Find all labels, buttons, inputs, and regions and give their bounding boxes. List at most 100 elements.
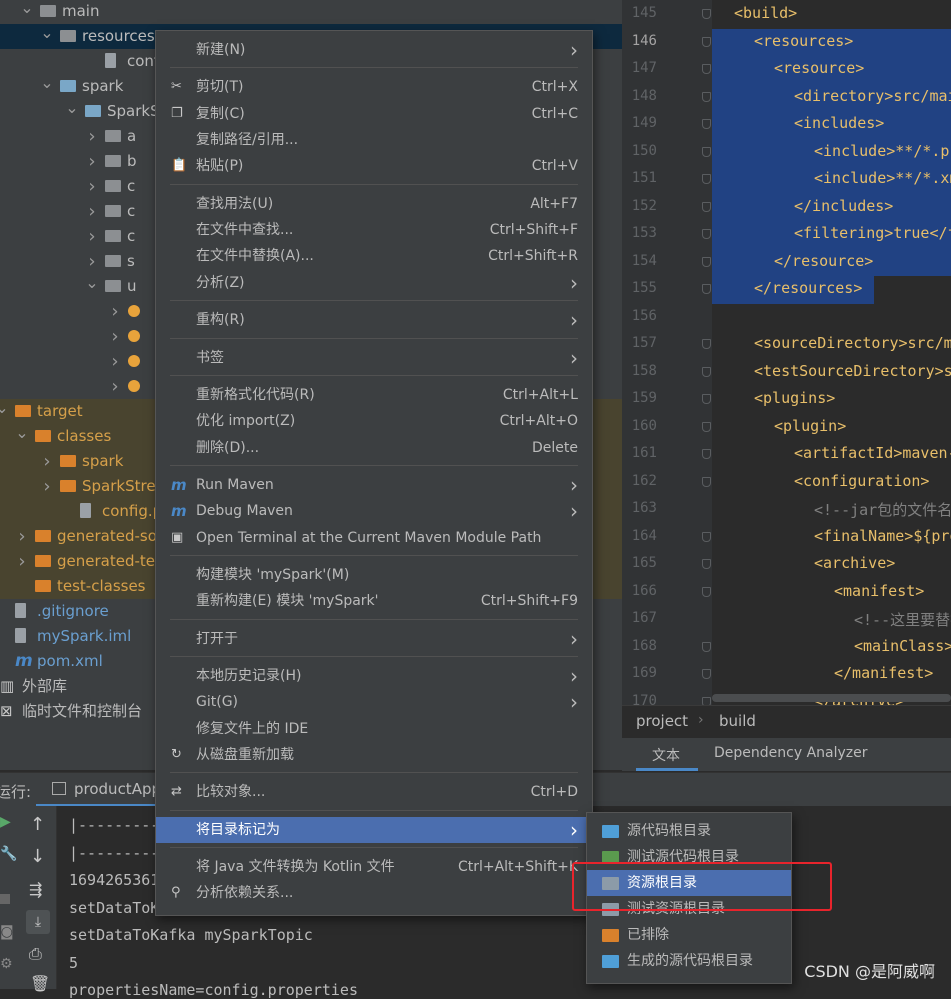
chevron-right-icon[interactable]: › (108, 374, 122, 399)
code-editor[interactable]: 145 146 147 148 149 150 151 152 153 154 155 156 157 1… (622, 0, 951, 705)
submenu-item[interactable]: 生成的源代码根目录 (587, 948, 791, 974)
folder-icon (35, 580, 51, 592)
fold-marker-icon[interactable] (702, 669, 711, 679)
run-tab[interactable]: productApp (36, 773, 161, 807)
menu-item[interactable]: ↻ 从磁盘重新加载 (156, 742, 592, 768)
menu-item[interactable]: 复制路径/引用... (156, 127, 592, 153)
chevron-right-icon[interactable]: › (85, 124, 99, 149)
chevron-right-icon[interactable]: › (40, 474, 54, 499)
menu-item[interactable]: 📋 粘贴(P) Ctrl+V (156, 153, 592, 179)
folder-icon (602, 825, 619, 838)
breadcrumb-build[interactable]: build (719, 712, 756, 730)
menu-item[interactable]: ✂ 剪切(T) Ctrl+X (156, 74, 592, 100)
submenu-item[interactable]: 源代码根目录 (587, 818, 791, 844)
menu-item[interactable]: ▣ Open Terminal at the Current Maven Modu… (156, 525, 592, 551)
tab-dependency-analyzer[interactable]: Dependency Analyzer (714, 745, 868, 761)
fold-marker-icon[interactable] (702, 531, 711, 542)
menu-item[interactable]: 修复文件上的 IDE (156, 716, 592, 742)
menu-item[interactable]: 在文件中替换(A)... Ctrl+Shift+R (156, 243, 592, 269)
scroll-to-end-icon[interactable]: ⤓ (26, 910, 50, 934)
menu-item[interactable]: 构建模块 'mySpark'(M) (156, 562, 592, 588)
chevron-down-icon[interactable]: ⌄ (20, 0, 34, 20)
scroll-down-icon[interactable]: ↓ (30, 846, 45, 867)
fold-marker-icon[interactable] (702, 9, 711, 19)
menu-item[interactable]: 重新构建(E) 模块 'mySpark' Ctrl+Shift+F9 (156, 588, 592, 614)
chevron-down-icon[interactable]: ⌄ (85, 270, 99, 295)
chevron-right-icon[interactable]: › (85, 149, 99, 174)
fold-marker-icon[interactable] (702, 284, 711, 294)
fold-marker-icon[interactable] (702, 476, 711, 487)
stop-icon[interactable] (0, 894, 10, 904)
run-toolbar-left: ▶ 🔧 ◙ ⚙ (0, 806, 22, 989)
menu-item[interactable]: ❐ 复制(C) Ctrl+C (156, 101, 592, 127)
chevron-right-icon[interactable]: › (85, 174, 99, 199)
menu-item[interactable]: Git(G) › (156, 689, 592, 715)
menu-item[interactable]: 将目录标记为 › (156, 816, 592, 843)
tree-item[interactable]: ⌄ main (0, 0, 622, 24)
chevron-right-icon[interactable]: › (15, 524, 29, 549)
menu-item[interactable]: 将 Java 文件转换为 Kotlin 文件 Ctrl+Alt+Shift+K (156, 854, 592, 880)
menu-item[interactable]: 本地历史记录(H) › (156, 663, 592, 689)
fold-marker-icon[interactable] (702, 256, 711, 267)
print-icon[interactable]: ⎙ (29, 944, 42, 964)
chevron-down-icon[interactable]: ⌄ (65, 95, 79, 120)
fold-marker-icon[interactable] (702, 174, 711, 184)
menu-item[interactable]: 新建(N) › (156, 37, 592, 63)
menu-item[interactable]: ⚲ 分析依赖关系... (156, 880, 592, 906)
chevron-down-icon[interactable]: ⌄ (40, 70, 54, 95)
fold-marker-icon[interactable] (702, 64, 711, 74)
submenu-item[interactable]: 已排除 (587, 922, 791, 948)
fold-marker-icon[interactable] (702, 339, 711, 349)
menu-separator (170, 300, 578, 302)
chevron-right-icon[interactable]: › (85, 224, 99, 249)
menu-item[interactable]: 优化 import(Z) Ctrl+Alt+O (156, 408, 592, 434)
rerun-icon[interactable]: ▶ (0, 814, 11, 830)
fold-marker-icon[interactable] (702, 559, 711, 569)
menu-item[interactable]: 分析(Z) › (156, 270, 592, 296)
menu-item[interactable]: 在文件中查找... Ctrl+Shift+F (156, 217, 592, 243)
chevron-right-icon[interactable]: › (108, 299, 122, 324)
fold-marker-icon[interactable] (702, 421, 711, 432)
fold-marker-icon[interactable] (702, 394, 711, 404)
soft-wrap-icon[interactable]: ⇶ (29, 880, 42, 899)
chevron-down-icon[interactable]: ⌄ (15, 420, 29, 445)
camera-icon[interactable]: ◙ (0, 924, 14, 940)
chevron-down-icon[interactable]: ⌄ (0, 395, 9, 420)
menu-item[interactable]: ⇄ 比较对象... Ctrl+D (156, 779, 592, 805)
menu-item[interactable]: 打开于 › (156, 626, 592, 652)
fold-marker-icon[interactable] (702, 91, 711, 102)
breadcrumb-project[interactable]: project (636, 712, 688, 730)
tab-text[interactable]: 文本 (636, 738, 698, 771)
menu-item[interactable]: 重新格式化代码(R) Ctrl+Alt+L (156, 382, 592, 408)
fold-marker-icon[interactable] (702, 641, 711, 652)
chevron-right-icon[interactable]: › (108, 349, 122, 374)
menu-item[interactable]: 重构(R) › (156, 307, 592, 333)
fold-marker-icon[interactable] (702, 449, 711, 459)
fold-marker-icon[interactable] (702, 586, 711, 597)
scroll-up-icon[interactable]: ↑ (30, 814, 45, 835)
line-number: 169 (631, 665, 657, 681)
chevron-right-icon[interactable]: › (40, 449, 54, 474)
fold-marker-icon[interactable] (702, 36, 711, 47)
line-number: 156 (631, 307, 657, 324)
fold-marker-icon[interactable] (702, 229, 711, 239)
fold-marker-icon[interactable] (702, 366, 711, 377)
trash-icon[interactable]: 🗑 (30, 974, 50, 993)
menu-item[interactable]: m Debug Maven › (156, 498, 592, 524)
menu-item[interactable]: 查找用法(U) Alt+F7 (156, 191, 592, 217)
chevron-right-icon[interactable]: › (15, 549, 29, 574)
chevron-right-icon[interactable]: › (85, 199, 99, 224)
settings-icon[interactable]: ⚙ (0, 956, 13, 972)
horizontal-scrollbar[interactable] (712, 694, 951, 702)
fold-marker-icon[interactable] (702, 201, 711, 212)
fold-marker-icon[interactable] (702, 146, 711, 157)
menu-separator (170, 847, 578, 849)
chevron-down-icon[interactable]: ⌄ (40, 20, 54, 45)
fold-marker-icon[interactable] (702, 119, 711, 129)
fold-marker-icon[interactable] (702, 696, 711, 705)
menu-item[interactable]: 删除(D)... Delete (156, 435, 592, 461)
chevron-right-icon[interactable]: › (108, 324, 122, 349)
menu-item[interactable]: 书签 › (156, 345, 592, 371)
wrench-icon[interactable]: 🔧 (0, 846, 17, 862)
menu-item[interactable]: m Run Maven › (156, 472, 592, 498)
